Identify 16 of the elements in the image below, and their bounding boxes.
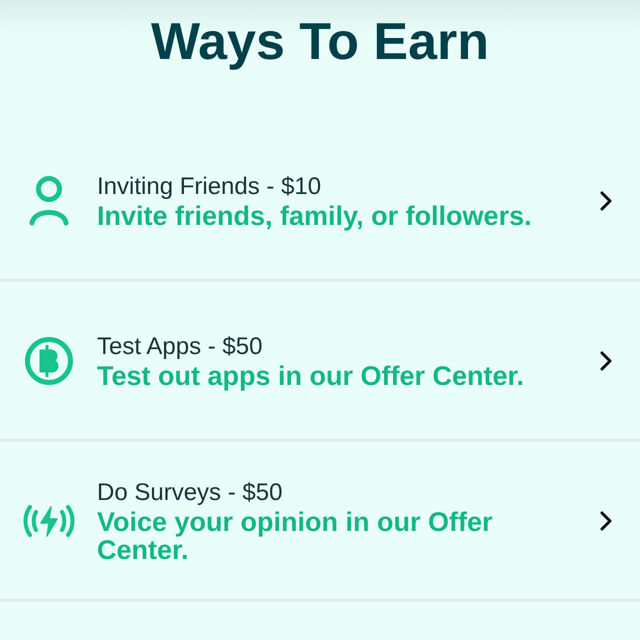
chevron-right-icon <box>600 510 612 530</box>
option-title: Do Surveys - $50 <box>97 478 284 508</box>
chevron-right-icon <box>600 350 612 370</box>
option-title: Test Apps - $50 <box>97 332 264 362</box>
earn-option-row[interactable]: Inviting Friends - $10 Invite friends, family, or followers. <box>0 122 640 282</box>
earn-option-row[interactable]: Do Surveys - $50 Voice your opinion in our Offer Center. <box>0 442 640 602</box>
option-description: Invite friends, family, or followers. <box>97 202 533 230</box>
chevron-right-icon <box>600 190 612 210</box>
option-description: Voice your opinion in our Offer Center. <box>97 508 494 564</box>
bitcoin-coin-icon <box>24 336 74 386</box>
option-title: Inviting Friends - $10 <box>97 172 322 202</box>
person-icon <box>28 174 68 226</box>
option-description: Test out apps in our Offer Center. <box>97 362 526 390</box>
earn-option-row[interactable]: Test Apps - $50 Test out apps in our Offer Center. <box>0 282 640 442</box>
lightning-signal-icon <box>22 502 76 538</box>
page-title: Ways To Earn <box>150 12 490 72</box>
